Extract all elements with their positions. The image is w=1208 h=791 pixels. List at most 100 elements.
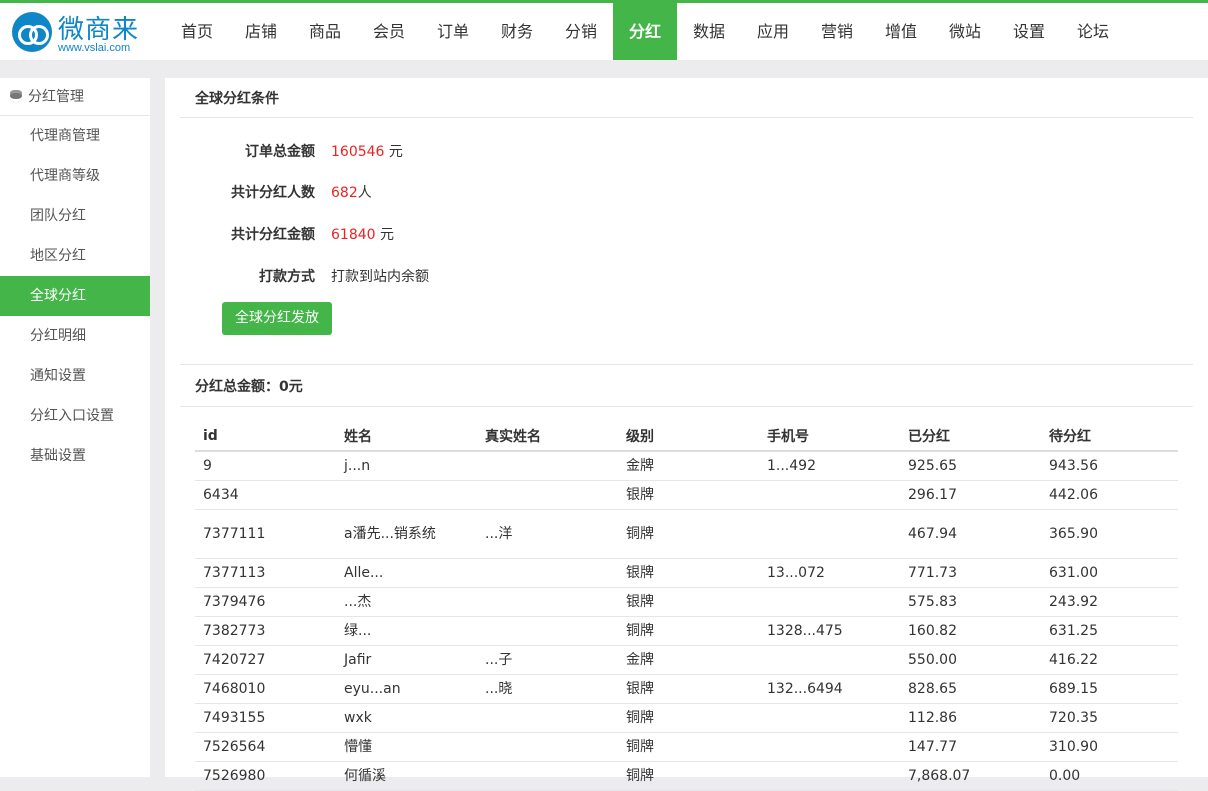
table-cell: 7,868.07 (900, 761, 1041, 791)
table-cell (477, 703, 618, 733)
column-header[interactable]: id (195, 421, 336, 452)
table-row[interactable]: 7382773 绿... 铜牌 1328...475 160.82 631.25 (195, 616, 1178, 646)
table-row[interactable]: 7377113 Alle... 银牌 13...072 771.73 631.00 (195, 558, 1178, 588)
sidebar-item-2[interactable]: 团队分红 (0, 196, 150, 236)
nav-item-5[interactable]: 财务 (485, 3, 549, 60)
table-cell: 铜牌 (618, 616, 759, 646)
dividend-table: id 姓名 真实姓名 级别 手机号 已分红 待分红 9 j...n 金牌 1...492 925.6… (195, 421, 1178, 791)
table-cell: 绿... (336, 616, 477, 646)
table-cell: Jafir (336, 645, 477, 675)
table-cell (759, 480, 900, 510)
sidebar-header: 分红管理 (0, 78, 150, 116)
nav-item-3[interactable]: 会员 (357, 3, 421, 60)
table-row[interactable]: 7493155 wxk 铜牌 112.86 720.35 (195, 703, 1178, 733)
order-total-label: 订单总金额 (245, 144, 315, 160)
main-nav: 首页 店铺 商品 会员 订单 财务 分销 分红 数据 应用 营销 增值 微站 设置 论坛 (165, 3, 1125, 60)
table-row[interactable]: 7379476 ...杰 银牌 575.83 243.92 (195, 587, 1178, 617)
table-cell: 7377111 (195, 509, 336, 559)
table-cell (336, 480, 477, 510)
table-cell: 112.86 (900, 703, 1041, 733)
database-icon (10, 90, 22, 102)
global-dividend-distribute-button[interactable]: 全球分红发放 (222, 302, 332, 335)
people-value-wrap: 682人 (331, 182, 372, 202)
main-content: 全球分红条件 订单总金额 160546 元 共计分红人数 682人 共计分红金额… (165, 78, 1208, 791)
nav-item-1[interactable]: 店铺 (229, 3, 293, 60)
sidebar: 分红管理 代理商管理 代理商等级 团队分红 地区分红 全球分红 分红明细 通知设置 分红入口设… (0, 78, 150, 777)
divider (180, 364, 1193, 365)
sidebar-item-0[interactable]: 代理商管理 (0, 116, 150, 156)
table-cell: ...子 (477, 645, 618, 675)
nav-item-14[interactable]: 论坛 (1061, 3, 1125, 60)
table-cell: 631.00 (1041, 558, 1178, 588)
table-cell (477, 558, 618, 588)
column-header[interactable]: 待分红 (1041, 421, 1178, 452)
sidebar-item-1[interactable]: 代理商等级 (0, 156, 150, 196)
brand-url: www.vslai.com (58, 42, 131, 54)
table-cell: 7382773 (195, 616, 336, 646)
table-cell (759, 587, 900, 617)
nav-item-7[interactable]: 分红 (613, 3, 677, 60)
table-row[interactable]: 6434 银牌 296.17 442.06 (195, 480, 1178, 510)
table-cell: ...杰 (336, 587, 477, 617)
table-cell: 132...6494 (759, 674, 900, 704)
table-row[interactable]: 7420727 Jafir ...子 金牌 550.00 416.22 (195, 645, 1178, 675)
table-cell: 296.17 (900, 480, 1041, 510)
pay-method-label: 打款方式 (259, 269, 315, 285)
column-header[interactable]: 已分红 (900, 421, 1041, 452)
amount-unit: 元 (380, 227, 394, 243)
logo-icon (12, 12, 52, 52)
table-row[interactable]: 7526980 何循溪 铜牌 7,868.07 0.00 (195, 761, 1178, 791)
column-header[interactable]: 手机号 (759, 421, 900, 452)
nav-item-12[interactable]: 微站 (933, 3, 997, 60)
nav-item-13[interactable]: 设置 (997, 3, 1061, 60)
nav-item-2[interactable]: 商品 (293, 3, 357, 60)
sidebar-items: 代理商管理 代理商等级 团队分红 地区分红 全球分红 分红明细 通知设置 分红入口设置 基础设置 (0, 116, 150, 476)
sidebar-item-6[interactable]: 通知设置 (0, 356, 150, 396)
brand-logo[interactable]: 微商来 www.vslai.com (12, 9, 162, 59)
table-cell: 7526564 (195, 732, 336, 762)
nav-item-6[interactable]: 分销 (549, 3, 613, 60)
conditions-title: 全球分红条件 (195, 91, 279, 107)
table-cell: a潘先...销系统 (336, 509, 477, 559)
table-cell: 720.35 (1041, 703, 1178, 733)
table-cell: 银牌 (618, 480, 759, 510)
nav-item-11[interactable]: 增值 (869, 3, 933, 60)
table-cell: 467.94 (900, 509, 1041, 559)
pay-method-row: 打款方式 打款到站内余额 (165, 266, 429, 286)
sidebar-item-8[interactable]: 基础设置 (0, 436, 150, 476)
table-cell: Alle... (336, 558, 477, 588)
sidebar-item-4[interactable]: 全球分红 (0, 276, 150, 316)
table-cell: 铜牌 (618, 509, 759, 559)
nav-item-4[interactable]: 订单 (421, 3, 485, 60)
table-row[interactable]: 7526564 懵懂 铜牌 147.77 310.90 (195, 732, 1178, 762)
table-cell (477, 732, 618, 762)
table-cell: j...n (336, 451, 477, 481)
order-total-value: 160546 (331, 144, 385, 160)
sidebar-item-3[interactable]: 地区分红 (0, 236, 150, 276)
table-row[interactable]: 9 j...n 金牌 1...492 925.65 943.56 (195, 451, 1178, 481)
nav-item-10[interactable]: 营销 (805, 3, 869, 60)
table-cell (477, 587, 618, 617)
sidebar-item-7[interactable]: 分红入口设置 (0, 396, 150, 436)
nav-item-9[interactable]: 应用 (741, 3, 805, 60)
column-header[interactable]: 姓名 (336, 421, 477, 452)
sidebar-item-5[interactable]: 分红明细 (0, 316, 150, 356)
nav-item-0[interactable]: 首页 (165, 3, 229, 60)
table-cell: 365.90 (1041, 509, 1178, 559)
table-row[interactable]: 7468010 eyu...an ...晓 银牌 132...6494 828.65 689… (195, 674, 1178, 704)
table-cell: 416.22 (1041, 645, 1178, 675)
nav-item-8[interactable]: 数据 (677, 3, 741, 60)
table-cell: 铜牌 (618, 703, 759, 733)
table-cell: 243.92 (1041, 587, 1178, 617)
dividend-summary: 分红总金额：0元 (195, 379, 303, 395)
table-cell: 771.73 (900, 558, 1041, 588)
table-cell: 147.77 (900, 732, 1041, 762)
table-row[interactable]: 7377111 a潘先...销系统 ...洋 铜牌 467.94 365.90 (195, 509, 1178, 559)
column-header[interactable]: 真实姓名 (477, 421, 618, 452)
table-cell: 何循溪 (336, 761, 477, 791)
table-cell (759, 761, 900, 791)
column-header[interactable]: 级别 (618, 421, 759, 452)
table-cell (759, 645, 900, 675)
people-row: 共计分红人数 682人 (165, 182, 372, 202)
table-cell: 7420727 (195, 645, 336, 675)
